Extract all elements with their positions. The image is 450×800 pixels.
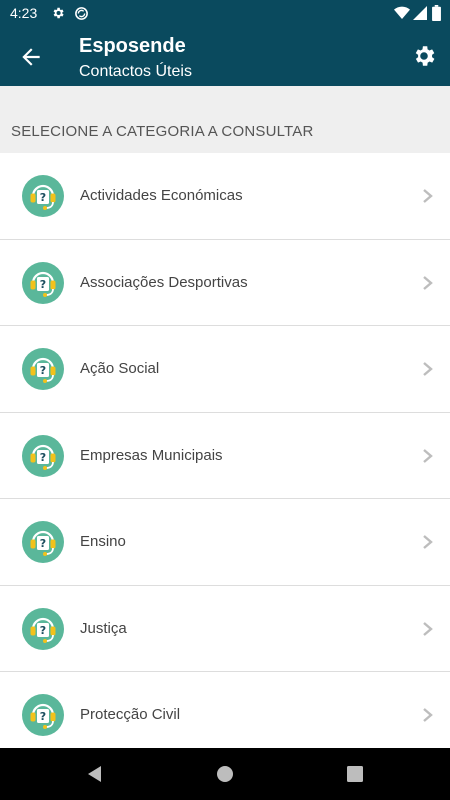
battery-icon <box>432 5 441 21</box>
help-headset-icon: ? <box>22 607 64 650</box>
category-label: Actividades Económicas <box>80 187 243 204</box>
system-nav-bar <box>0 748 450 800</box>
help-headset-icon: ? <box>22 434 64 477</box>
category-list: ? Actividades Económicas ? Associações D… <box>0 153 450 748</box>
gear-icon <box>53 7 64 19</box>
svg-text:?: ? <box>40 624 46 637</box>
help-headset-icon: ? <box>22 175 64 217</box>
category-row[interactable]: ? Protecção Civil <box>0 672 450 748</box>
svg-text:?: ? <box>40 278 46 291</box>
svg-text:?: ? <box>40 710 46 723</box>
category-row[interactable]: ? Associações Desportivas <box>0 239 450 326</box>
recents-square-icon[interactable] <box>345 764 365 784</box>
app-bar: Esposende Contactos Úteis <box>0 26 450 86</box>
wifi-icon <box>394 6 410 19</box>
category-row[interactable]: ? Ação Social <box>0 326 450 413</box>
home-circle-icon[interactable] <box>215 764 235 784</box>
category-label: Associações Desportivas <box>80 273 248 291</box>
category-row[interactable]: ? Actividades Económicas <box>0 153 450 240</box>
chevron-right-icon <box>423 621 433 636</box>
category-row[interactable]: ? Ensino <box>0 499 450 586</box>
svg-text:?: ? <box>40 451 46 464</box>
status-bar: 4:23 <box>0 0 450 26</box>
chevron-right-icon <box>423 275 433 290</box>
chevron-right-icon <box>423 535 433 549</box>
chevron-right-icon <box>423 448 433 463</box>
section-header: SELECIONE A CATEGORIA A CONSULTAR <box>0 86 450 153</box>
chevron-right-icon <box>423 362 433 376</box>
category-label: Ação Social <box>80 360 160 377</box>
signal-icon <box>413 6 427 20</box>
chevron-right-icon <box>423 708 433 722</box>
settings-gear-icon[interactable] <box>411 43 437 69</box>
category-label: Protecção Civil <box>80 706 181 723</box>
category-label: Justiça <box>80 619 127 637</box>
category-label: Empresas Municipais <box>80 446 223 464</box>
status-time: 4:23 <box>10 5 38 21</box>
back-triangle-icon[interactable] <box>85 764 105 784</box>
help-headset-icon: ? <box>22 261 64 304</box>
page-title: Esposende <box>79 35 186 57</box>
svg-text:?: ? <box>40 364 46 377</box>
svg-text:?: ? <box>40 191 46 204</box>
svg-text:?: ? <box>40 537 46 550</box>
chevron-right-icon <box>423 189 433 203</box>
help-headset-icon: ? <box>22 521 64 563</box>
arrow-back-icon[interactable] <box>18 44 44 70</box>
category-label: Ensino <box>80 533 126 550</box>
help-headset-icon: ? <box>22 348 64 390</box>
section-header-label: SELECIONE A CATEGORIA A CONSULTAR <box>11 123 314 140</box>
category-row[interactable]: ? Justiça <box>0 585 450 672</box>
page-subtitle: Contactos Úteis <box>79 63 192 80</box>
category-row[interactable]: ? Empresas Municipais <box>0 412 450 499</box>
help-headset-icon: ? <box>22 694 64 736</box>
sync-icon <box>75 7 88 20</box>
